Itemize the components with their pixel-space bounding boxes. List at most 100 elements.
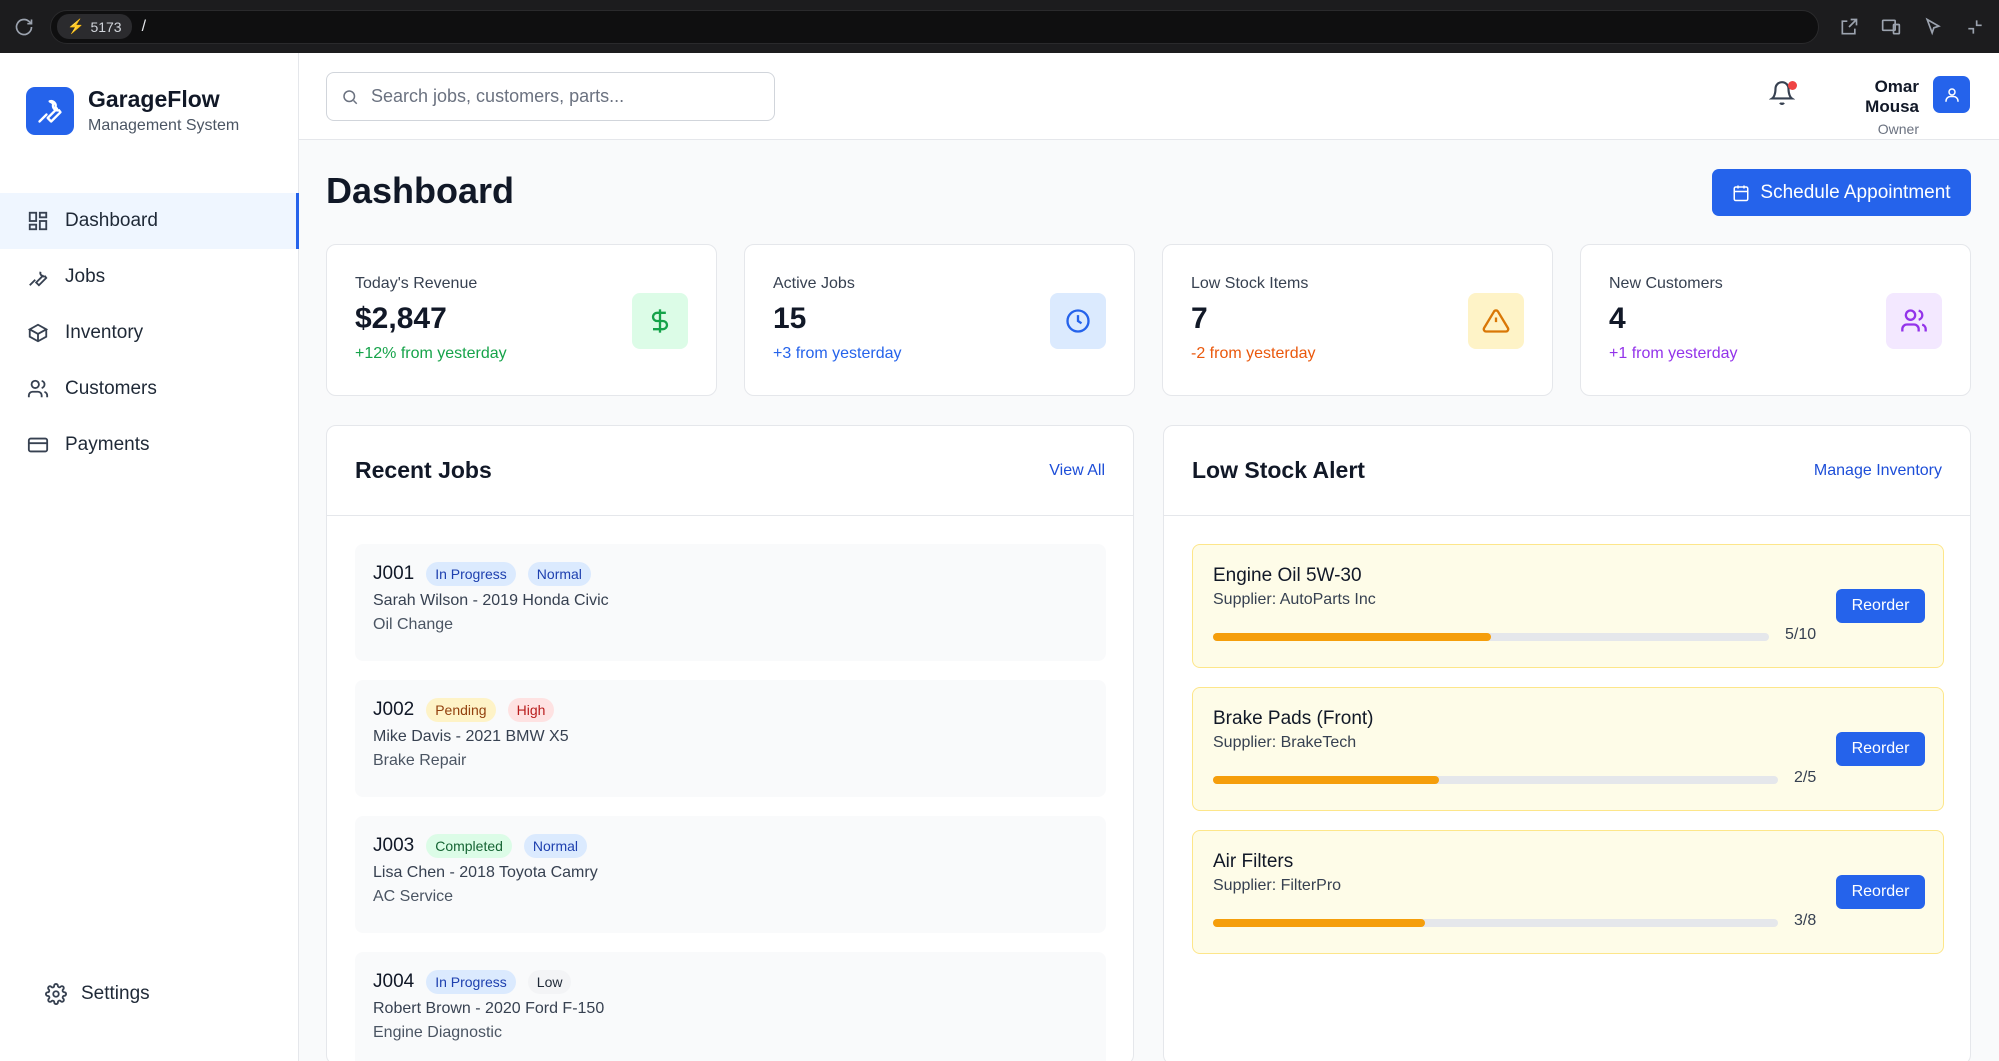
brand[interactable]: GarageFlow Management System <box>26 86 239 135</box>
port-badge: ⚡ 5173 <box>57 14 132 39</box>
cursor-icon[interactable] <box>1923 17 1943 37</box>
notification-dot <box>1788 81 1797 90</box>
stock-level-bar <box>1213 776 1778 784</box>
stock-name: Brake Pads (Front) <box>1213 708 1374 729</box>
manage-inventory-link[interactable]: Manage Inventory <box>1814 462 1942 480</box>
status-badge: In Progress <box>426 970 516 994</box>
box-icon <box>27 323 49 343</box>
reorder-button[interactable]: Reorder <box>1836 732 1925 766</box>
panel-title: Low Stock Alert <box>1192 457 1365 483</box>
port-number: 5173 <box>90 18 122 35</box>
sidebar-item-label: Payments <box>65 434 150 455</box>
schedule-appointment-button[interactable]: Schedule Appointment <box>1712 169 1971 216</box>
sidebar-item-label: Customers <box>65 378 157 399</box>
priority-badge: Normal <box>527 562 591 586</box>
user-name: Omar Mousa <box>1865 77 1919 116</box>
job-id: J002 <box>373 699 415 720</box>
stock-supplier: Supplier: BrakeTech <box>1213 734 1357 751</box>
sidebar-item-jobs[interactable]: Jobs <box>0 249 299 305</box>
sidebar-item-payments[interactable]: Payments <box>0 417 299 473</box>
priority-badge: Normal <box>523 834 588 858</box>
search-icon <box>343 89 358 104</box>
stat-card-low-stock: Low Stock Items 7 -2 from yesterday <box>1162 244 1553 396</box>
stock-level-bar <box>1213 633 1769 641</box>
dashboard-icon <box>28 211 48 231</box>
open-external-icon[interactable] <box>1839 17 1859 37</box>
calendar-icon <box>1733 185 1749 201</box>
address-bar[interactable]: ⚡ 5173 / <box>50 9 1819 44</box>
brand-subtitle: Management System <box>88 117 240 134</box>
stock-level-fill <box>1213 633 1491 641</box>
job-service: AC Service <box>373 888 454 905</box>
dollar-icon <box>632 293 688 349</box>
status-badge: In Progress <box>426 562 516 586</box>
settings-link[interactable]: Settings <box>45 983 150 1005</box>
stock-level-fill <box>1213 919 1425 927</box>
minimize-icon[interactable] <box>1965 17 1985 37</box>
sidebar-item-customers[interactable]: Customers <box>0 361 299 417</box>
stock-level-fill <box>1213 776 1439 784</box>
warning-icon <box>1468 293 1524 349</box>
reorder-button[interactable]: Reorder <box>1836 589 1925 623</box>
job-card[interactable]: J004 In Progress Low Robert Brown - 2020… <box>355 952 1106 1061</box>
sidebar-item-label: Dashboard <box>65 210 158 231</box>
job-service: Oil Change <box>373 616 454 633</box>
stock-name: Air Filters <box>1213 851 1294 872</box>
sidebar-item-dashboard[interactable]: Dashboard <box>0 193 299 249</box>
job-customer: Mike Davis - 2021 BMW X5 <box>373 728 569 745</box>
wrench-logo-icon <box>26 86 74 135</box>
stat-label: Today's Revenue <box>355 275 478 292</box>
priority-badge: High <box>507 698 555 722</box>
job-card[interactable]: J002 Pending High Mike Davis - 2021 BMW … <box>355 680 1106 797</box>
browser-toolbar: ⚡ 5173 / <box>0 0 1999 53</box>
job-service: Brake Repair <box>373 752 467 769</box>
sidebar: GarageFlow Management System Dashboard J… <box>0 53 299 1061</box>
stock-count: 2/5 <box>1794 769 1817 786</box>
stock-item: Air Filters Supplier: FilterPro 3/8 Reor… <box>1192 830 1944 954</box>
job-id: J001 <box>373 563 415 584</box>
job-card[interactable]: J003 Completed Normal Lisa Chen - 2018 T… <box>355 816 1106 933</box>
view-all-link[interactable]: View All <box>1049 462 1105 480</box>
stock-level-bar <box>1213 919 1778 927</box>
user-info: Omar Mousa Owner <box>1819 77 1919 137</box>
job-customer: Sarah Wilson - 2019 Honda Civic <box>373 592 609 609</box>
url-path: / <box>141 17 147 35</box>
panel-title: Recent Jobs <box>355 457 492 483</box>
stat-label: Active Jobs <box>773 275 855 292</box>
job-card[interactable]: J001 In Progress Normal Sarah Wilson - 2… <box>355 544 1106 661</box>
users-icon <box>1886 293 1942 349</box>
job-customer: Lisa Chen - 2018 Toyota Camry <box>373 864 598 881</box>
sidebar-item-inventory[interactable]: Inventory <box>0 305 299 361</box>
user-icon <box>1944 87 1959 102</box>
reorder-button[interactable]: Reorder <box>1836 875 1925 909</box>
schedule-appointment-label: Schedule Appointment <box>1760 181 1951 203</box>
job-id: J004 <box>373 971 415 992</box>
settings-label: Settings <box>81 983 150 1004</box>
gear-icon <box>45 983 67 1005</box>
search-box[interactable] <box>326 72 775 121</box>
sidebar-item-label: Inventory <box>65 322 144 343</box>
page-title: Dashboard <box>326 170 515 211</box>
top-header: Omar Mousa Owner <box>299 53 1999 140</box>
stat-label: Low Stock Items <box>1191 275 1309 292</box>
brand-name: GarageFlow <box>88 86 220 112</box>
reload-icon[interactable] <box>14 17 34 37</box>
clock-icon <box>1050 293 1106 349</box>
stat-label: New Customers <box>1609 275 1723 292</box>
stock-count: 3/8 <box>1794 912 1817 929</box>
stat-card-new-customers: New Customers 4 +1 from yesterday <box>1580 244 1971 396</box>
avatar[interactable] <box>1933 76 1970 113</box>
stock-supplier: Supplier: AutoParts Inc <box>1213 591 1376 608</box>
status-badge: Pending <box>426 698 496 722</box>
devices-icon[interactable] <box>1881 17 1901 37</box>
job-service: Engine Diagnostic <box>373 1024 502 1041</box>
credit-card-icon <box>27 437 49 453</box>
notifications-button[interactable] <box>1768 80 1799 110</box>
job-customer: Robert Brown - 2020 Ford F-150 <box>373 1000 605 1017</box>
wrench-icon <box>29 271 48 287</box>
stat-card-revenue: Today's Revenue $2,847 +12% from yesterd… <box>326 244 717 396</box>
search-input[interactable] <box>371 86 751 107</box>
stock-item: Engine Oil 5W-30 Supplier: AutoParts Inc… <box>1192 544 1944 668</box>
stock-name: Engine Oil 5W-30 <box>1213 565 1362 586</box>
stock-count: 5/10 <box>1785 626 1817 643</box>
